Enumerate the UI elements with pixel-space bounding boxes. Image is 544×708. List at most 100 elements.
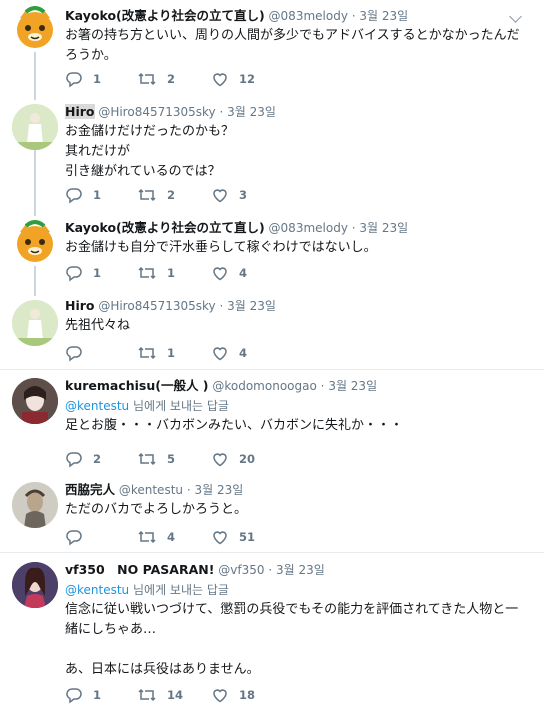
- like-button[interactable]: 18: [211, 686, 255, 704]
- retweet-button[interactable]: 4: [137, 528, 175, 546]
- timestamp[interactable]: 3월 23일: [227, 299, 276, 313]
- like-button[interactable]: 4: [211, 344, 247, 362]
- user-handle[interactable]: @kodomonoogao: [212, 379, 316, 393]
- like-button[interactable]: 51: [211, 528, 255, 546]
- retweet-count: 1: [167, 266, 176, 280]
- timestamp[interactable]: 3월 23일: [359, 221, 408, 235]
- tweet[interactable]: kuremachisu(一般人 ) @kodomonoogao · 3월 23일…: [0, 372, 544, 472]
- reply-button[interactable]: 2: [65, 450, 101, 468]
- display-name[interactable]: Hiro: [65, 104, 95, 119]
- retweet-count: 1: [167, 346, 176, 360]
- mention-link[interactable]: @kentestu: [65, 399, 129, 413]
- retweet-button[interactable]: 2: [137, 70, 175, 88]
- like-count: 18: [239, 688, 256, 702]
- display-name[interactable]: kuremachisu(一般人 ): [65, 378, 209, 393]
- user-handle[interactable]: @Hiro84571305sky: [98, 299, 215, 313]
- display-name[interactable]: Kayoko(改憲より社会の立て直し): [65, 8, 265, 23]
- retweet-count: 5: [167, 452, 176, 466]
- user-handle[interactable]: @kentestu: [119, 483, 183, 497]
- tweet[interactable]: Kayoko(改憲より社会の立て直し) @083melody · 3월 23일 …: [0, 216, 544, 296]
- reply-button[interactable]: [65, 528, 93, 546]
- display-name[interactable]: 西脇完人: [65, 482, 115, 497]
- reply-button[interactable]: 1: [65, 186, 101, 204]
- retweet-button[interactable]: 1: [137, 344, 175, 362]
- replying-to: @kentestu 님에게 보내는 답글: [65, 583, 229, 597]
- replying-to: @kentestu 님에게 보내는 답글: [65, 399, 229, 413]
- reply-button[interactable]: 1: [65, 686, 101, 704]
- like-button[interactable]: 3: [211, 186, 247, 204]
- reply-icon: [66, 346, 82, 362]
- reply-button[interactable]: 1: [65, 264, 101, 282]
- reply-icon: [66, 188, 82, 204]
- timestamp[interactable]: 3월 23일: [195, 483, 244, 497]
- user-handle[interactable]: @083melody: [269, 221, 348, 235]
- chevron-down-icon[interactable]: [509, 10, 522, 23]
- retweet-count: 14: [167, 688, 184, 702]
- mention-link[interactable]: @kentestu: [65, 583, 129, 597]
- heart-icon: [213, 73, 227, 87]
- person-avatar-icon: [12, 562, 58, 608]
- display-name[interactable]: Kayoko(改憲より社会の立て直し): [65, 220, 265, 235]
- like-count: 12: [239, 72, 256, 86]
- heart-icon: [213, 267, 227, 281]
- tweet-text: 信念に従い戦いつづけて、懲罰の兵役でもその能力を評価されてきた人物と一緒にしちゃ…: [65, 602, 519, 677]
- avatar[interactable]: [12, 300, 58, 346]
- reply-icon: [66, 72, 82, 88]
- user-handle[interactable]: @Hiro84571305sky: [98, 105, 215, 119]
- timestamp[interactable]: 3월 23일: [328, 379, 377, 393]
- tweet-text: 足とお腹・・・バカボンみたい、バカボンに失礼か・・・: [65, 418, 404, 433]
- avatar[interactable]: [12, 104, 58, 150]
- avatar[interactable]: [12, 378, 58, 424]
- reply-button[interactable]: 1: [65, 70, 101, 88]
- heart-icon: [213, 531, 227, 545]
- user-handle[interactable]: @083melody: [269, 9, 348, 23]
- tweet[interactable]: Hiro @Hiro84571305sky · 3월 23일 先祖代々ね 1 4: [0, 296, 544, 366]
- retweet-count: 4: [167, 530, 176, 544]
- heart-icon: [213, 453, 227, 467]
- reply-count: 1: [93, 266, 102, 280]
- retweet-button[interactable]: 1: [137, 264, 175, 282]
- like-count: 4: [239, 346, 248, 360]
- user-handle[interactable]: @vf350: [218, 563, 264, 577]
- avatar[interactable]: [12, 220, 58, 266]
- retweet-icon: [138, 530, 156, 544]
- display-name[interactable]: Hiro: [65, 298, 95, 313]
- like-button[interactable]: 12: [211, 70, 255, 88]
- like-button[interactable]: 20: [211, 450, 255, 468]
- retweet-button[interactable]: 2: [137, 186, 175, 204]
- tweet[interactable]: Hiro @Hiro84571305sky · 3월 23일 お金儲けだけだった…: [0, 100, 544, 216]
- reply-icon: [66, 688, 82, 704]
- reply-button[interactable]: [65, 344, 93, 362]
- retweet-count: 2: [167, 72, 176, 86]
- retweet-button[interactable]: 14: [137, 686, 183, 704]
- person-avatar-icon: [12, 482, 58, 528]
- retweet-count: 2: [167, 188, 176, 202]
- avatar[interactable]: [12, 6, 58, 52]
- retweet-icon: [138, 266, 156, 280]
- timestamp[interactable]: 3월 23일: [227, 105, 276, 119]
- tweet[interactable]: vf350 NO PASARAN! @vf350 · 3월 23일 @kente…: [0, 556, 544, 708]
- avatar[interactable]: [12, 482, 58, 528]
- reply-count: 1: [93, 688, 102, 702]
- like-button[interactable]: 4: [211, 264, 247, 282]
- heart-icon: [213, 189, 227, 203]
- heart-icon: [213, 689, 227, 703]
- like-count: 4: [239, 266, 248, 280]
- tweet-text: お箸の持ち方といい、周りの人間が多少でもアドバイスするとかなかったんだろうか。: [65, 28, 520, 63]
- timestamp[interactable]: 3월 23일: [359, 9, 408, 23]
- cat-avatar-icon: [17, 220, 53, 262]
- reply-count: 1: [93, 188, 102, 202]
- reply-icon: [66, 266, 82, 282]
- retweet-button[interactable]: 5: [137, 450, 175, 468]
- display-name[interactable]: vf350 NO PASARAN!: [65, 562, 214, 577]
- avatar[interactable]: [12, 562, 58, 608]
- tweet-text: お金儲けも自分で汗水垂らして稼ぐわけではないし。: [65, 240, 377, 255]
- tweet[interactable]: 西脇完人 @kentestu · 3월 23일 ただのバカでよろしかろうと。 4…: [0, 476, 544, 550]
- person-avatar-icon: [12, 300, 58, 346]
- tweet-text: お金儲けだけだったのかも？ 其れだけが 引き継がれているのでは？: [65, 124, 235, 179]
- timestamp[interactable]: 3월 23일: [276, 563, 325, 577]
- tweet[interactable]: Kayoko(改憲より社会の立て直し) @083melody · 3월 23일 …: [0, 0, 544, 100]
- heart-icon: [213, 347, 227, 361]
- like-count: 20: [239, 452, 256, 466]
- retweet-icon: [138, 688, 156, 702]
